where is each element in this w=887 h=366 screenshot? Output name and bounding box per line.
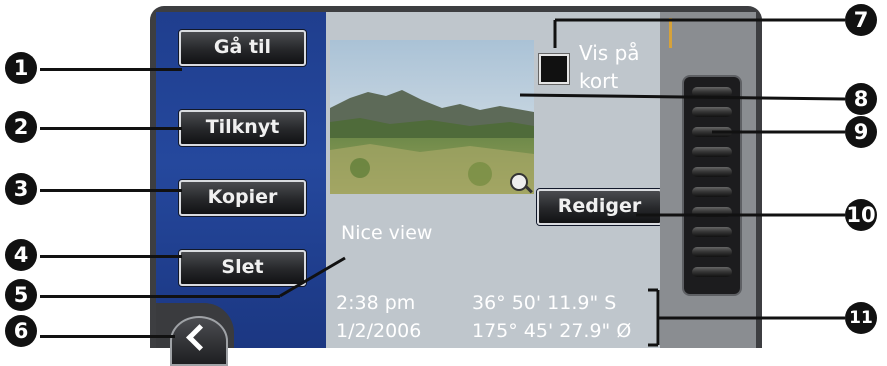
callout-11: 11 — [845, 302, 877, 334]
callout-5: 5 — [5, 279, 37, 311]
callout-9: 9 — [845, 116, 877, 148]
callout-10: 10 — [845, 199, 877, 231]
callout-8: 8 — [845, 83, 877, 115]
callout-3: 3 — [5, 173, 37, 205]
callout-2: 2 — [5, 111, 37, 143]
callout-leaders-svg — [279, 18, 846, 347]
callout-6: 6 — [5, 315, 37, 347]
callout-7: 7 — [845, 4, 877, 36]
callout-4: 4 — [5, 239, 37, 271]
callout-1: 1 — [5, 52, 37, 84]
